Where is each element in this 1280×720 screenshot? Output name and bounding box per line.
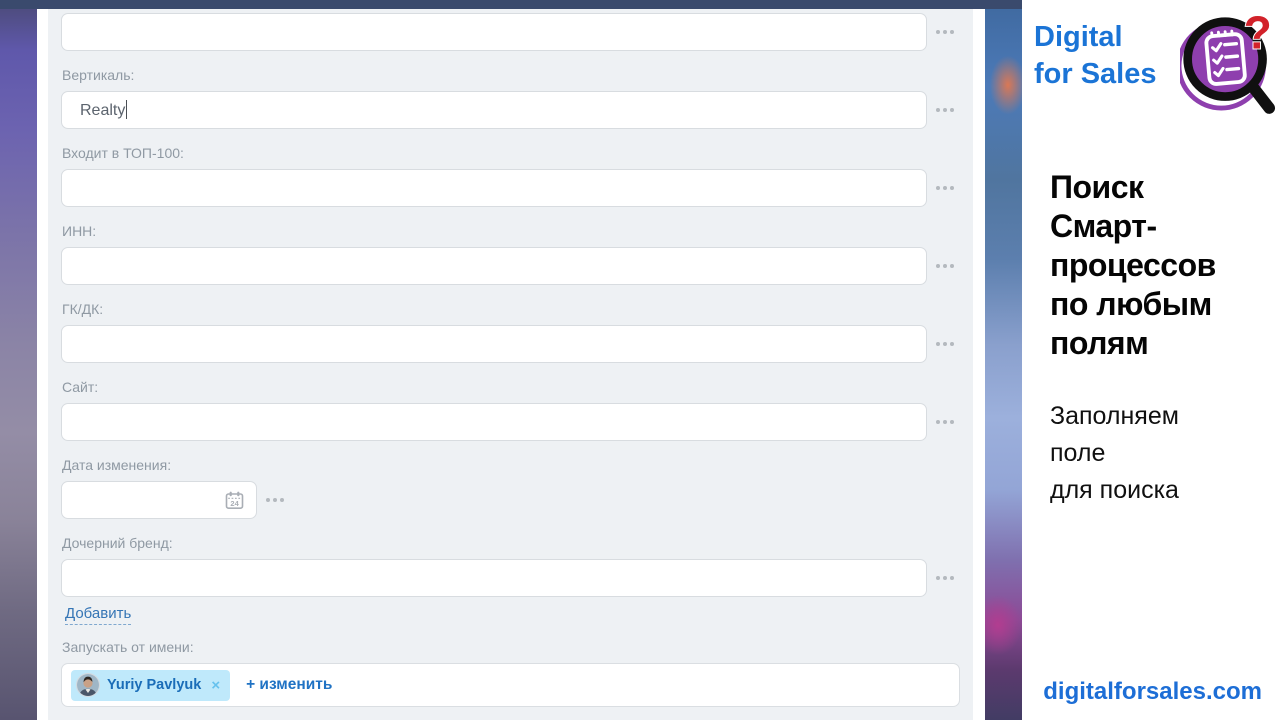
ellipsis-icon[interactable] [936,403,954,441]
run-as-field[interactable]: Yuriy Pavlyuk × + изменить [61,663,960,707]
website-label: digitalforsales.com [1043,678,1262,705]
ellipsis-icon[interactable] [266,481,284,519]
ellipsis-icon[interactable] [936,91,954,129]
user-chip[interactable]: Yuriy Pavlyuk × [71,669,231,701]
form-field-date: Дата изменения: 24 [61,457,973,519]
ellipsis-icon[interactable] [936,559,954,597]
form-field: Дочерний бренд: [61,535,973,597]
svg-text:24: 24 [230,499,239,508]
logo-line2: for Sales [1034,58,1157,90]
remove-icon[interactable]: × [211,677,220,694]
add-field-link[interactable]: Добавить [65,605,132,625]
form-field: Сайт: [61,379,973,441]
field-label: Сайт: [62,379,99,395]
background-photo-right [985,0,1022,720]
svg-text:?: ? [1244,10,1272,59]
field-label: ИНН: [62,223,97,239]
form-field: ГК/ДК: [61,301,973,363]
subtitle-line: для поиска [1050,476,1179,504]
heading-line: Смарт- [1050,208,1157,244]
form-field: ИНН: [61,223,973,285]
ellipsis-icon[interactable] [936,325,954,363]
logo-text: Digital for Sales [1034,10,1157,93]
field-label: Дочерний бренд: [62,535,173,551]
field-label: ГК/ДК: [62,301,104,317]
field-input[interactable] [61,325,927,363]
field-input[interactable] [61,13,927,51]
field-input[interactable] [61,559,927,597]
field-value: Realty [80,102,126,119]
ellipsis-icon[interactable] [936,169,954,207]
logo: Digital for Sales ? [1034,10,1276,114]
heading-line: процессов [1050,247,1216,283]
date-input[interactable]: 24 [61,481,257,519]
field-label: Дата изменения: [62,457,172,473]
checklist-magnifier-icon: ? [1180,10,1276,114]
slide-subtitle: Заполняем поле для поиска [1050,398,1274,509]
calendar-icon[interactable]: 24 [225,491,244,510]
change-user-link[interactable]: + изменить [246,676,332,694]
heading-line: полям [1050,325,1149,361]
field-input[interactable] [61,403,927,441]
vertical-input[interactable]: Realty [61,91,927,129]
field-label: Входит в ТОП-100: [62,145,184,161]
field-input[interactable] [61,247,927,285]
subtitle-line: Заполняем [1050,402,1179,430]
slide-heading: Поиск Смарт- процессов по любым полям [1050,168,1274,363]
slide: Вертикаль: Realty Входит в ТОП-100: ИНН:… [0,0,1280,720]
form-field: Вертикаль: Realty [61,67,973,129]
promo-sidebar: Digital for Sales ? Поиск Смарт- процесс… [1022,0,1280,720]
avatar [76,673,100,697]
run-as-label: Запускать от имени: [62,639,194,655]
heading-line: Поиск [1050,169,1144,205]
user-chip-name: Yuriy Pavlyuk [107,677,202,693]
window-topbar [0,0,1022,9]
crm-form-panel: Вертикаль: Realty Входит в ТОП-100: ИНН:… [48,9,973,720]
ellipsis-icon[interactable] [936,13,954,51]
crm-slider: Вертикаль: Realty Входит в ТОП-100: ИНН:… [37,9,985,720]
form-field: Входит в ТОП-100: [61,145,973,207]
heading-line: по любым [1050,286,1212,322]
form-field [61,13,973,51]
field-input[interactable] [61,169,927,207]
ellipsis-icon[interactable] [936,247,954,285]
background-photo-left [0,0,37,720]
subtitle-line: поле [1050,439,1106,467]
field-label: Вертикаль: [62,67,135,83]
logo-line1: Digital [1034,21,1123,53]
